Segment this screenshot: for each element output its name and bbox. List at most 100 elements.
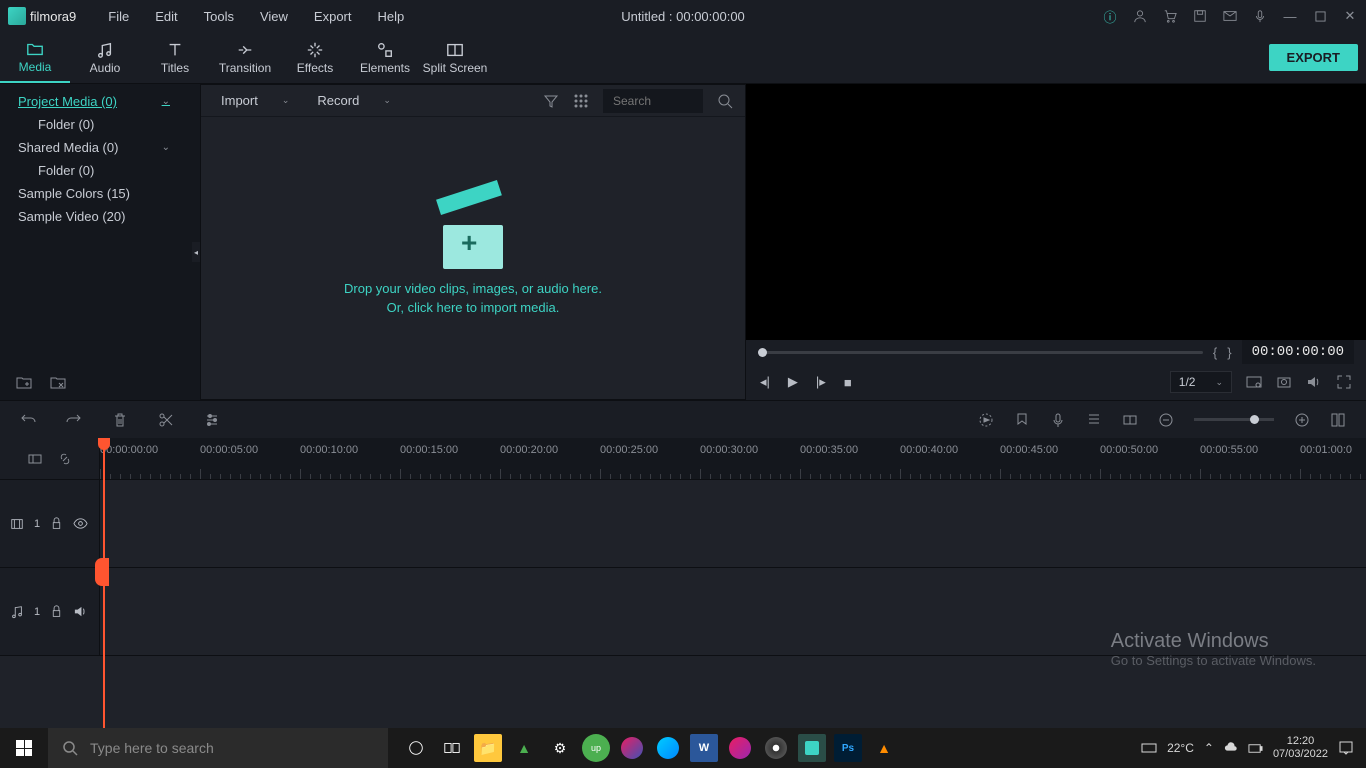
lock-icon[interactable] bbox=[50, 605, 63, 618]
app-icon-4[interactable] bbox=[726, 734, 754, 762]
menu-file[interactable]: File bbox=[96, 5, 141, 28]
preview-zoom-select[interactable]: 1/2⌄ bbox=[1170, 371, 1232, 393]
cortana-icon[interactable] bbox=[402, 734, 430, 762]
menu-edit[interactable]: Edit bbox=[143, 5, 189, 28]
app-icon-3[interactable] bbox=[618, 734, 646, 762]
menu-view[interactable]: View bbox=[248, 5, 300, 28]
chevron-down-icon[interactable]: ⌄ bbox=[162, 96, 170, 107]
app-icon-2[interactable]: up bbox=[582, 734, 610, 762]
notifications-icon[interactable] bbox=[1338, 740, 1354, 756]
keyframe-icon[interactable] bbox=[1122, 412, 1138, 428]
bracket-open-icon[interactable]: { bbox=[1213, 345, 1217, 360]
preview-viewport[interactable] bbox=[746, 84, 1366, 340]
tab-transition[interactable]: Transition bbox=[210, 32, 280, 83]
tab-audio[interactable]: Audio bbox=[70, 32, 140, 83]
search-input[interactable] bbox=[603, 89, 703, 113]
filter-icon[interactable] bbox=[543, 93, 559, 109]
fullscreen-icon[interactable] bbox=[1336, 374, 1352, 390]
account-icon[interactable] bbox=[1132, 8, 1148, 24]
vlc-icon[interactable]: ▲ bbox=[870, 734, 898, 762]
battery-icon[interactable] bbox=[1248, 741, 1263, 756]
tab-titles[interactable]: Titles bbox=[140, 32, 210, 83]
stop-button[interactable]: ■ bbox=[844, 375, 852, 390]
tray-chevron-icon[interactable]: ⌃ bbox=[1204, 741, 1214, 755]
explorer-icon[interactable]: 📁 bbox=[474, 734, 502, 762]
drop-zone[interactable]: + Drop your video clips, images, or audi… bbox=[201, 117, 745, 399]
video-track-lane[interactable] bbox=[100, 480, 1366, 567]
zoom-fit-icon[interactable] bbox=[1330, 412, 1346, 428]
menu-tools[interactable]: Tools bbox=[192, 5, 246, 28]
keyboard-icon[interactable] bbox=[1141, 740, 1157, 756]
timeline-settings-icon[interactable] bbox=[27, 451, 43, 467]
info-icon[interactable]: ⓘ bbox=[1102, 8, 1118, 24]
zoom-slider[interactable] bbox=[1194, 418, 1274, 421]
add-folder-icon[interactable] bbox=[16, 374, 32, 390]
filmora-taskbar-icon[interactable] bbox=[798, 734, 826, 762]
preview-scrubber[interactable] bbox=[758, 351, 1203, 354]
quality-icon[interactable] bbox=[1246, 374, 1262, 390]
tree-project-media[interactable]: Project Media (0)⌄ bbox=[0, 90, 200, 113]
tree-sample-video[interactable]: Sample Video (20) bbox=[0, 205, 200, 228]
taskview-icon[interactable] bbox=[438, 734, 466, 762]
chevron-down-icon[interactable]: ⌄ bbox=[162, 142, 170, 153]
audio-mixer-icon[interactable] bbox=[1086, 412, 1102, 428]
time-ruler[interactable]: 00:00:00:0000:00:05:0000:00:10:0000:00:1… bbox=[100, 438, 1366, 479]
playhead-grip[interactable] bbox=[95, 558, 109, 586]
prev-frame-button[interactable]: ◂| bbox=[760, 374, 770, 390]
delete-folder-icon[interactable] bbox=[50, 374, 66, 390]
scrubber-handle[interactable] bbox=[758, 348, 767, 357]
weather-temp[interactable]: 22°C bbox=[1167, 741, 1194, 755]
save-icon[interactable] bbox=[1192, 8, 1208, 24]
menu-export[interactable]: Export bbox=[302, 5, 364, 28]
snapshot-icon[interactable] bbox=[1276, 374, 1292, 390]
tab-elements[interactable]: Elements bbox=[350, 32, 420, 83]
grid-icon[interactable] bbox=[573, 93, 589, 109]
tab-media[interactable]: Media bbox=[0, 32, 70, 83]
start-button[interactable] bbox=[0, 728, 48, 768]
tab-effects[interactable]: Effects bbox=[280, 32, 350, 83]
zoom-out-icon[interactable] bbox=[1158, 412, 1174, 428]
zoom-slider-handle[interactable] bbox=[1250, 415, 1259, 424]
next-frame-button[interactable]: |▸ bbox=[816, 374, 826, 390]
media-icon[interactable] bbox=[762, 734, 790, 762]
tree-folder-2[interactable]: Folder (0) bbox=[0, 159, 200, 182]
tree-shared-media[interactable]: Shared Media (0)⌄ bbox=[0, 136, 200, 159]
panel-collapse-handle[interactable]: ◂ bbox=[192, 242, 200, 262]
search-icon[interactable] bbox=[717, 93, 733, 109]
play-button[interactable]: ▶ bbox=[788, 374, 798, 390]
marker-icon[interactable] bbox=[1014, 412, 1030, 428]
mic-icon[interactable] bbox=[1252, 8, 1268, 24]
render-icon[interactable] bbox=[978, 412, 994, 428]
mail-icon[interactable] bbox=[1222, 8, 1238, 24]
cart-icon[interactable] bbox=[1162, 8, 1178, 24]
eye-icon[interactable] bbox=[73, 516, 88, 531]
maximize-icon[interactable] bbox=[1312, 8, 1328, 24]
export-button[interactable]: EXPORT bbox=[1269, 44, 1358, 71]
import-dropdown[interactable]: Import⌄ bbox=[213, 89, 297, 112]
adjust-icon[interactable] bbox=[204, 412, 220, 428]
close-icon[interactable]: ✕ bbox=[1342, 8, 1358, 24]
tray-clock[interactable]: 12:20 07/03/2022 bbox=[1273, 735, 1328, 761]
edge-icon[interactable] bbox=[654, 734, 682, 762]
playhead[interactable] bbox=[103, 438, 105, 728]
bracket-close-icon[interactable]: } bbox=[1227, 345, 1231, 360]
word-icon[interactable]: W bbox=[690, 734, 718, 762]
onedrive-icon[interactable] bbox=[1224, 741, 1238, 755]
lock-icon[interactable] bbox=[50, 517, 63, 530]
settings-icon[interactable]: ⚙ bbox=[546, 734, 574, 762]
volume-icon[interactable] bbox=[1306, 374, 1322, 390]
minimize-icon[interactable]: — bbox=[1282, 8, 1298, 24]
link-icon[interactable] bbox=[57, 451, 73, 467]
record-dropdown[interactable]: Record⌄ bbox=[309, 89, 398, 112]
tab-splitscreen[interactable]: Split Screen bbox=[420, 32, 490, 83]
tree-sample-colors[interactable]: Sample Colors (15) bbox=[0, 182, 200, 205]
delete-icon[interactable] bbox=[112, 412, 128, 428]
speaker-icon[interactable] bbox=[73, 604, 88, 619]
redo-icon[interactable] bbox=[66, 412, 82, 428]
cut-icon[interactable] bbox=[158, 412, 174, 428]
photoshop-icon[interactable]: Ps bbox=[834, 734, 862, 762]
tree-folder-1[interactable]: Folder (0) bbox=[0, 113, 200, 136]
zoom-in-icon[interactable] bbox=[1294, 412, 1310, 428]
voiceover-icon[interactable] bbox=[1050, 412, 1066, 428]
undo-icon[interactable] bbox=[20, 412, 36, 428]
